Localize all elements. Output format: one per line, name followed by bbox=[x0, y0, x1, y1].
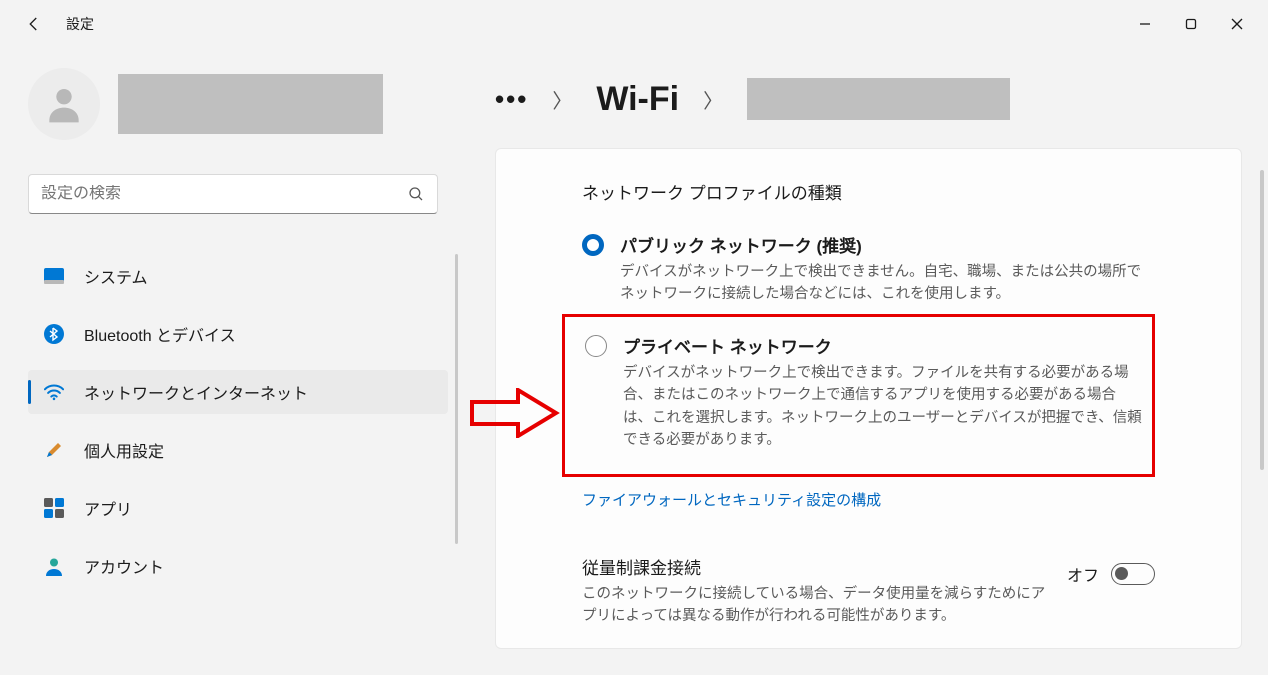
window-title: 設定 bbox=[66, 14, 94, 34]
metered-desc: このネットワークに接続している場合、データ使用量を減らすためにアプリによっては異… bbox=[582, 583, 1047, 628]
sidebar-item-network[interactable]: ネットワークとインターネット bbox=[28, 370, 448, 414]
wifi-icon bbox=[44, 382, 64, 402]
main-content: ••• 〉 Wi-Fi 〉 ネットワーク プロファイルの種類 パブリック ネット… bbox=[455, 48, 1268, 675]
radio-private-desc: デバイスがネットワーク上で検出できます。ファイルを共有する必要がある場合、または… bbox=[623, 362, 1142, 452]
metered-state-label: オフ bbox=[1067, 562, 1099, 586]
chevron-right-icon: 〉 bbox=[552, 85, 572, 114]
sidebar-scrollbar[interactable] bbox=[455, 254, 458, 544]
breadcrumb-wifi[interactable]: Wi-Fi bbox=[596, 80, 679, 119]
close-button[interactable] bbox=[1214, 7, 1260, 41]
avatar bbox=[28, 68, 100, 140]
firewall-settings-link[interactable]: ファイアウォールとセキュリティ設定の構成 bbox=[582, 489, 1155, 510]
search-icon bbox=[407, 185, 425, 203]
search-input[interactable] bbox=[28, 174, 438, 214]
highlighted-private-option: プライベート ネットワーク デバイスがネットワーク上で検出できます。ファイルを共… bbox=[562, 314, 1155, 477]
nav-list: システム Bluetooth とデバイス ネットワークとインターネット 個人用設… bbox=[28, 254, 448, 602]
radio-private[interactable] bbox=[585, 335, 607, 357]
minimize-button[interactable] bbox=[1122, 7, 1168, 41]
back-button[interactable] bbox=[22, 12, 46, 36]
metered-connection-row: 従量制課金接続 このネットワークに接続している場合、データ使用量を減らすためにア… bbox=[582, 554, 1155, 628]
sidebar-item-system[interactable]: システム bbox=[28, 254, 448, 298]
search-field[interactable] bbox=[41, 185, 407, 203]
sidebar-item-label: ネットワークとインターネット bbox=[84, 380, 308, 404]
sidebar-item-bluetooth[interactable]: Bluetooth とデバイス bbox=[28, 312, 448, 356]
radio-public[interactable] bbox=[582, 234, 604, 256]
account-icon bbox=[44, 556, 64, 576]
paintbrush-icon bbox=[44, 440, 64, 460]
apps-icon bbox=[44, 498, 64, 518]
sidebar-item-apps[interactable]: アプリ bbox=[28, 486, 448, 530]
titlebar: 設定 bbox=[0, 0, 1268, 48]
sidebar-item-personalization[interactable]: 個人用設定 bbox=[28, 428, 448, 472]
metered-toggle[interactable] bbox=[1111, 563, 1155, 585]
radio-public-title: パブリック ネットワーク (推奨) bbox=[620, 232, 1155, 257]
chevron-right-icon: 〉 bbox=[703, 85, 723, 114]
sidebar-item-label: アプリ bbox=[84, 496, 132, 520]
metered-title: 従量制課金接続 bbox=[582, 554, 1047, 579]
maximize-button[interactable] bbox=[1168, 7, 1214, 41]
sidebar-item-label: 個人用設定 bbox=[84, 438, 164, 462]
radio-option-public[interactable]: パブリック ネットワーク (推奨) デバイスがネットワーク上で検出できません。自… bbox=[582, 232, 1155, 306]
breadcrumb: ••• 〉 Wi-Fi 〉 bbox=[495, 78, 1242, 120]
radio-option-private[interactable]: プライベート ネットワーク デバイスがネットワーク上で検出できます。ファイルを共… bbox=[585, 333, 1142, 452]
profile-name-redacted bbox=[118, 74, 383, 134]
breadcrumb-ssid-redacted bbox=[747, 78, 1010, 120]
sidebar-item-label: アカウント bbox=[84, 554, 164, 578]
radio-public-desc: デバイスがネットワーク上で検出できません。自宅、職場、または公共の場所でネットワ… bbox=[620, 261, 1155, 306]
system-icon bbox=[44, 266, 64, 286]
sidebar-item-label: システム bbox=[84, 264, 148, 288]
main-scrollbar[interactable] bbox=[1260, 170, 1264, 470]
profile-block bbox=[28, 68, 455, 140]
radio-private-title: プライベート ネットワーク bbox=[623, 333, 1142, 358]
sidebar-item-label: Bluetooth とデバイス bbox=[84, 322, 236, 346]
bluetooth-icon bbox=[44, 324, 64, 344]
sidebar-item-account[interactable]: アカウント bbox=[28, 544, 448, 588]
sidebar: システム Bluetooth とデバイス ネットワークとインターネット 個人用設… bbox=[0, 48, 455, 675]
section-title: ネットワーク プロファイルの種類 bbox=[582, 179, 1155, 204]
breadcrumb-more-icon[interactable]: ••• bbox=[495, 84, 528, 115]
settings-card: ネットワーク プロファイルの種類 パブリック ネットワーク (推奨) デバイスが… bbox=[495, 148, 1242, 649]
